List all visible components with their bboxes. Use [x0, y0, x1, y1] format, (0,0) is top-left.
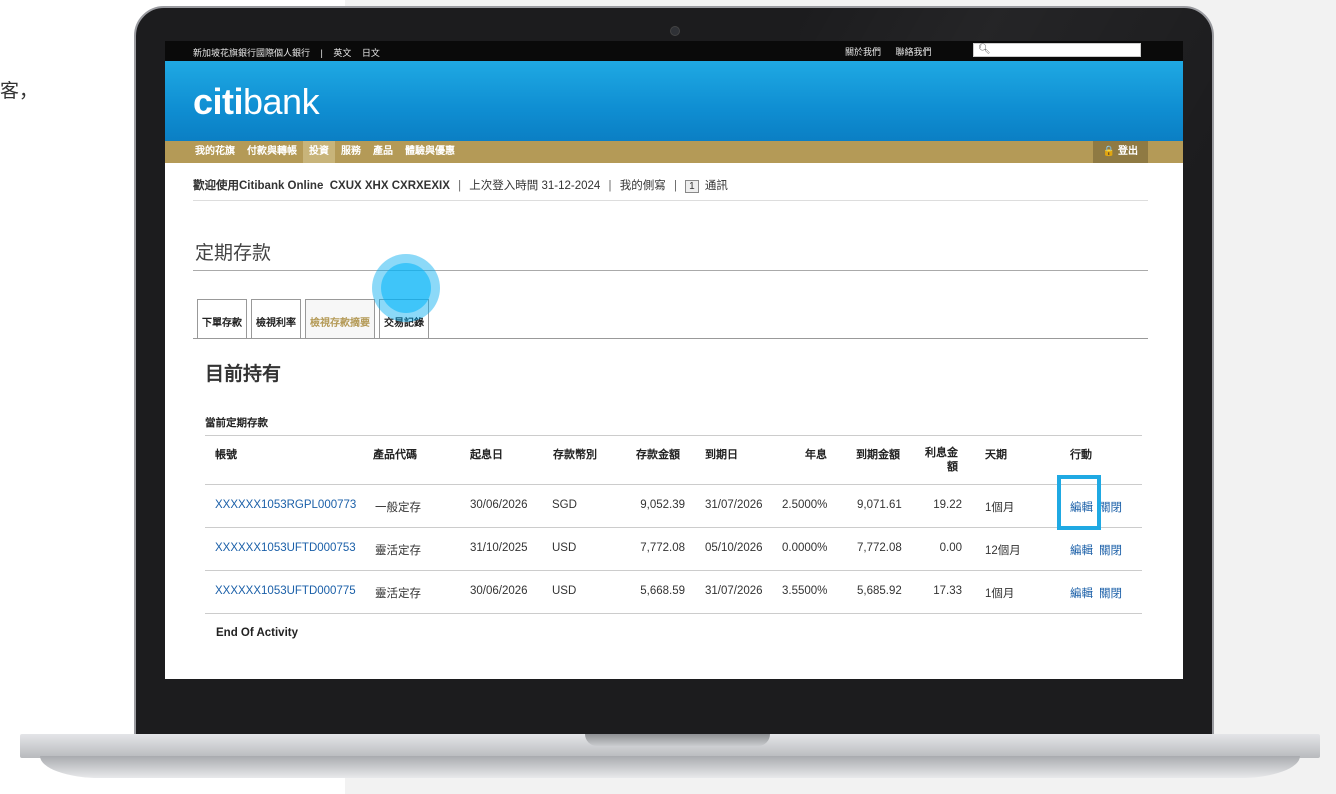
about-us-link[interactable]: 關於我們: [845, 47, 881, 57]
account-link[interactable]: XXXXXX1053UFTD000753: [215, 542, 356, 554]
col-product-code: 產品代碼: [373, 449, 417, 461]
account-link[interactable]: XXXXXX1053RGPL000773: [215, 499, 356, 511]
rate-cell: 2.5000%: [782, 499, 828, 511]
user-name: CXUX XHX CXRXEXIX: [329, 180, 450, 192]
maturity-date-cell: 05/10/2026: [705, 542, 763, 554]
welcome-prefix: 歡迎使用Citibank Online: [193, 180, 324, 192]
nav-my-citi[interactable]: 我的花旗: [193, 141, 241, 163]
table-row: XXXXXX1053RGPL000773 一般定存 30/06/2026 SGD…: [205, 485, 1142, 528]
col-account: 帳號: [215, 449, 237, 461]
holdings-heading: 目前持有: [205, 364, 282, 385]
laptop-notch: [585, 734, 770, 746]
divider: [193, 200, 1148, 201]
nav-investments[interactable]: 投資: [303, 141, 335, 163]
amount-cell: 5,668.59: [640, 585, 685, 597]
currency-cell: USD: [552, 585, 577, 597]
col-currency: 存款幣別: [553, 449, 597, 461]
tenor-cell: 1個月: [985, 588, 1015, 600]
tab-view-rates[interactable]: 檢視利率: [251, 299, 301, 339]
tenor-cell: 12個月: [985, 545, 1021, 557]
divider: |: [320, 48, 323, 58]
messages-link[interactable]: 通訊: [705, 180, 728, 192]
citibank-logo[interactable]: citibank: [193, 81, 320, 123]
maturity-amount-cell: 7,772.08: [857, 542, 902, 554]
maturity-date-cell: 31/07/2026: [705, 499, 763, 511]
messages-count-badge: 1: [685, 180, 699, 193]
deposits-table: 帳號 產品代碼 起息日 存款幣別 存款金額 到期日 年息 到期金額 利息金額 天…: [205, 435, 1142, 614]
col-start-date: 起息日: [470, 449, 503, 461]
page-title: 定期存款: [195, 243, 272, 264]
lang-english-link[interactable]: 英文: [333, 48, 351, 58]
tab-deposit-summary[interactable]: 檢視存款摘要: [305, 299, 375, 339]
maturity-amount-cell: 5,685.92: [857, 585, 902, 597]
table-header: 帳號 產品代碼 起息日 存款幣別 存款金額 到期日 年息 到期金額 利息金額 天…: [205, 435, 1142, 485]
tenor-cell: 1個月: [985, 502, 1015, 514]
rate-cell: 0.0000%: [782, 542, 828, 554]
search-input[interactable]: 🔍︎: [973, 43, 1141, 57]
edit-highlight-box: [1057, 475, 1101, 530]
amount-cell: 9,052.39: [640, 499, 685, 511]
product-cell: 靈活定存: [375, 588, 421, 600]
close-link[interactable]: 關閉: [1099, 499, 1122, 515]
nav-services[interactable]: 服務: [335, 141, 367, 163]
utility-right-links: 關於我們 聯絡我們: [845, 45, 944, 58]
welcome-line: 歡迎使用Citibank Online CXUX XHX CXRXEXIX | …: [193, 180, 728, 193]
col-amount: 存款金額: [636, 449, 680, 461]
edit-link[interactable]: 編輯: [1070, 585, 1093, 601]
col-maturity-amount: 到期金額: [856, 449, 900, 461]
site-name-link[interactable]: 新加坡花旗銀行國際個人銀行: [193, 48, 310, 58]
close-link[interactable]: 關閉: [1099, 585, 1122, 601]
laptop-base-bottom: [40, 756, 1300, 778]
col-tenor: 天期: [985, 449, 1007, 461]
interest-cell: 0.00: [939, 542, 962, 554]
interest-cell: 19.22: [933, 499, 962, 511]
amount-cell: 7,772.08: [640, 542, 685, 554]
edit-link[interactable]: 編輯: [1070, 542, 1093, 558]
last-login: 上次登入時間 31-12-2024: [469, 180, 601, 192]
account-link[interactable]: XXXXXX1053UFTD000775: [215, 585, 356, 597]
brand-header: citibank: [165, 61, 1183, 141]
camera-icon: [670, 26, 680, 36]
close-link[interactable]: 關閉: [1099, 542, 1122, 558]
end-of-activity: End Of Activity: [216, 627, 298, 639]
start-date-cell: 31/10/2025: [470, 542, 528, 554]
tab-place-deposit[interactable]: 下單存款: [197, 299, 247, 339]
section-heading: 當前定期存款: [205, 417, 268, 429]
maturity-amount-cell: 9,071.61: [857, 499, 902, 511]
contact-us-link[interactable]: 聯絡我們: [896, 47, 932, 57]
interest-cell: 17.33: [933, 585, 962, 597]
currency-cell: USD: [552, 542, 577, 554]
product-cell: 靈活定存: [375, 545, 421, 557]
utility-bar: 新加坡花旗銀行國際個人銀行 | 英文 日文 關於我們 聯絡我們 🔍︎: [165, 41, 1183, 61]
start-date-cell: 30/06/2026: [470, 585, 528, 597]
table-row: XXXXXX1053UFTD000753 靈活定存 31/10/2025 USD…: [205, 528, 1142, 571]
nav-products[interactable]: 產品: [367, 141, 399, 163]
product-cell: 一般定存: [375, 502, 421, 514]
maturity-date-cell: 31/07/2026: [705, 585, 763, 597]
start-date-cell: 30/06/2026: [470, 499, 528, 511]
profile-link[interactable]: 我的側寫: [620, 180, 666, 192]
search-icon[interactable]: 🔍︎: [978, 44, 991, 55]
main-nav: 我的花旗 付款與轉帳 投資 服務 產品 體驗與優惠 🔒 登出: [165, 141, 1183, 163]
nav-payments[interactable]: 付款與轉帳: [241, 141, 303, 163]
divider: [193, 338, 1148, 339]
divider: [193, 270, 1148, 271]
col-rate: 年息: [805, 449, 827, 461]
col-maturity-date: 到期日: [705, 449, 738, 461]
col-action: 行動: [1070, 449, 1092, 461]
nav-offers[interactable]: 體驗與優惠: [399, 141, 461, 163]
touch-indicator: [372, 254, 440, 322]
cropped-side-text: 客，: [0, 81, 26, 102]
utility-links: 新加坡花旗銀行國際個人銀行 | 英文 日文: [193, 46, 388, 59]
browser-screen: 新加坡花旗銀行國際個人銀行 | 英文 日文 關於我們 聯絡我們 🔍︎ citib…: [165, 41, 1183, 679]
lang-japanese-link[interactable]: 日文: [362, 48, 380, 58]
table-row: XXXXXX1053UFTD000775 靈活定存 30/06/2026 USD…: [205, 571, 1142, 614]
col-interest: 利息金額: [925, 447, 958, 473]
logout-button[interactable]: 🔒 登出: [1092, 141, 1148, 163]
currency-cell: SGD: [552, 499, 577, 511]
rate-cell: 3.5500%: [782, 585, 828, 597]
